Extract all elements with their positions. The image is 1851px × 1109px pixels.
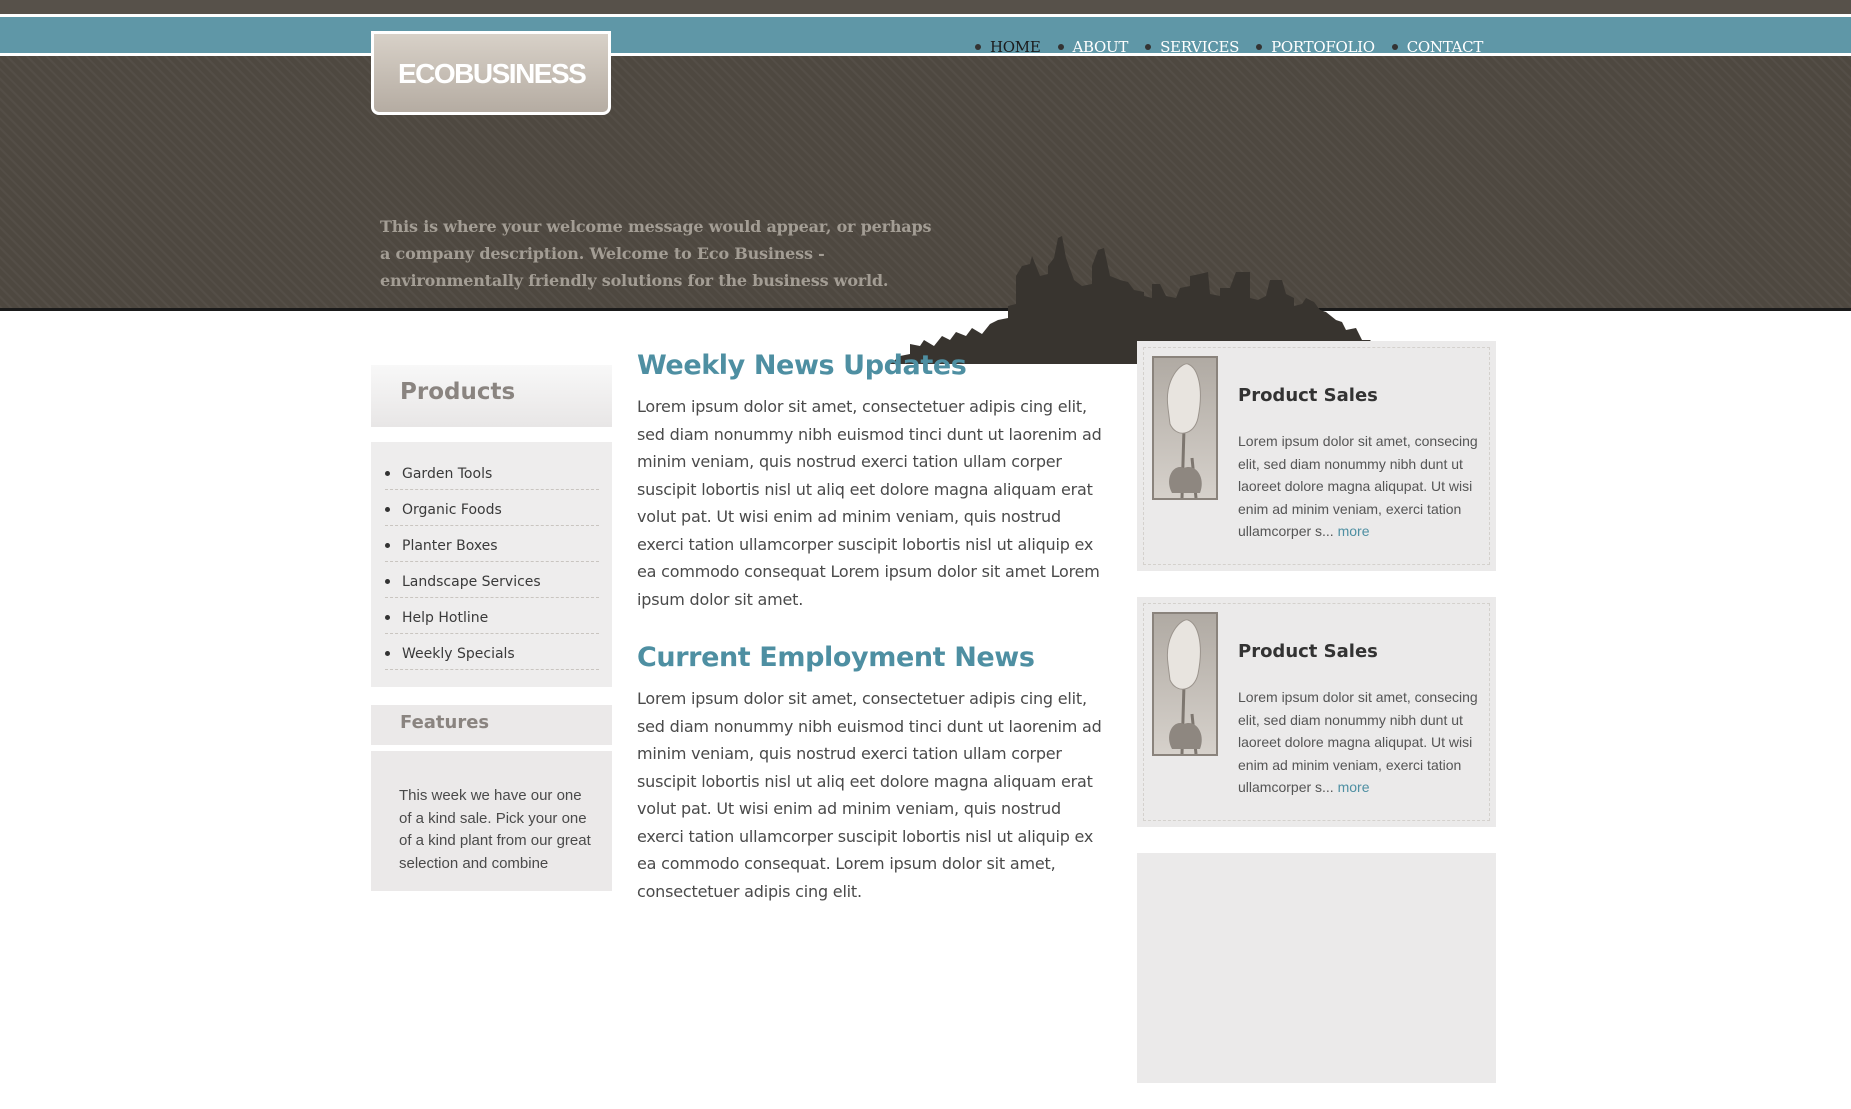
product-card-partial: [1137, 853, 1496, 1083]
tulip-icon: [1166, 619, 1202, 755]
nav-label: CONTACT: [1406, 38, 1484, 56]
product-card: Product Sales Lorem ipsum dolor sit amet…: [1137, 597, 1496, 827]
product-link-label: Help Hotline: [402, 609, 489, 626]
bullet-icon: [975, 44, 981, 50]
nav-band: [0, 17, 1851, 56]
top-bar: [0, 0, 1851, 14]
main-content: Weekly News Updates Lorem ipsum dolor si…: [637, 350, 1107, 905]
product-link-weekly-specials[interactable]: Weekly Specials: [385, 634, 599, 670]
more-link[interactable]: more: [1338, 779, 1370, 795]
card-text: Lorem ipsum dolor sit amet, consecing el…: [1238, 430, 1478, 543]
news-body: Lorem ipsum dolor sit amet, consectetuer…: [637, 397, 1102, 609]
nav-home[interactable]: HOME: [975, 36, 1041, 58]
more-link[interactable]: more: [1338, 523, 1370, 539]
bullet-icon: [385, 615, 390, 620]
main-nav: HOME ABOUT SERVICES PORTOFOLIO CONTACT: [975, 36, 1500, 58]
employment-heading: Current Employment News: [637, 642, 1035, 673]
tulip-icon: [1166, 363, 1202, 499]
products-list: Garden Tools Organic Foods Planter Boxes…: [371, 442, 612, 687]
bullet-icon: [385, 471, 390, 476]
product-link-label: Garden Tools: [402, 465, 493, 482]
tulip-thumbnail[interactable]: [1152, 612, 1218, 756]
logo[interactable]: ECOBUSINESS: [371, 31, 611, 115]
product-link-label: Planter Boxes: [402, 537, 498, 554]
product-link-organic-foods[interactable]: Organic Foods: [385, 490, 599, 526]
product-link-landscape-services[interactable]: Landscape Services: [385, 562, 599, 598]
bullet-icon: [385, 579, 390, 584]
nav-about[interactable]: ABOUT: [1057, 36, 1129, 58]
card-text: Lorem ipsum dolor sit amet, consecing el…: [1238, 686, 1478, 799]
welcome-message: This is where your welcome message would…: [380, 217, 932, 290]
bullet-icon: [385, 543, 390, 548]
features-heading: Features: [371, 705, 612, 745]
bullet-icon: [1256, 44, 1263, 50]
bullet-icon: [385, 507, 390, 512]
bullet-icon: [1145, 44, 1152, 50]
bullet-icon: [385, 651, 390, 656]
card-title: Product Sales: [1238, 385, 1378, 406]
product-link-label: Landscape Services: [402, 573, 541, 590]
products-heading: Products: [371, 365, 612, 427]
nav-label: PORTOFOLIO: [1271, 38, 1375, 56]
nav-label: SERVICES: [1160, 38, 1240, 56]
product-link-planter-boxes[interactable]: Planter Boxes: [385, 526, 599, 562]
features-text: This week we have our one of a kind sale…: [371, 751, 612, 891]
card-title: Product Sales: [1238, 641, 1378, 662]
product-card: Product Sales Lorem ipsum dolor sit amet…: [1137, 341, 1496, 571]
employment-body: Lorem ipsum dolor sit amet, consectetuer…: [637, 689, 1102, 901]
header-banner: This is where your welcome message would…: [0, 56, 1851, 364]
product-link-help-hotline[interactable]: Help Hotline: [385, 598, 599, 634]
nav-label: HOME: [990, 38, 1041, 56]
nav-portofolio[interactable]: PORTOFOLIO: [1256, 36, 1375, 58]
bullet-icon: [1057, 44, 1064, 50]
news-heading: Weekly News Updates: [637, 350, 967, 381]
logo-text: ECOBUSINESS: [398, 58, 587, 89]
bullet-icon: [1391, 44, 1398, 50]
product-link-garden-tools[interactable]: Garden Tools: [385, 454, 599, 490]
product-link-label: Organic Foods: [402, 501, 502, 518]
right-sidebar: Product Sales Lorem ipsum dolor sit amet…: [1137, 341, 1496, 1109]
nav-label: ABOUT: [1072, 38, 1129, 56]
tulip-thumbnail[interactable]: [1152, 356, 1218, 500]
left-sidebar: Products Garden Tools Organic Foods Plan…: [371, 365, 612, 891]
nav-services[interactable]: SERVICES: [1145, 36, 1239, 58]
nav-contact[interactable]: CONTACT: [1391, 36, 1484, 58]
product-link-label: Weekly Specials: [402, 645, 515, 662]
